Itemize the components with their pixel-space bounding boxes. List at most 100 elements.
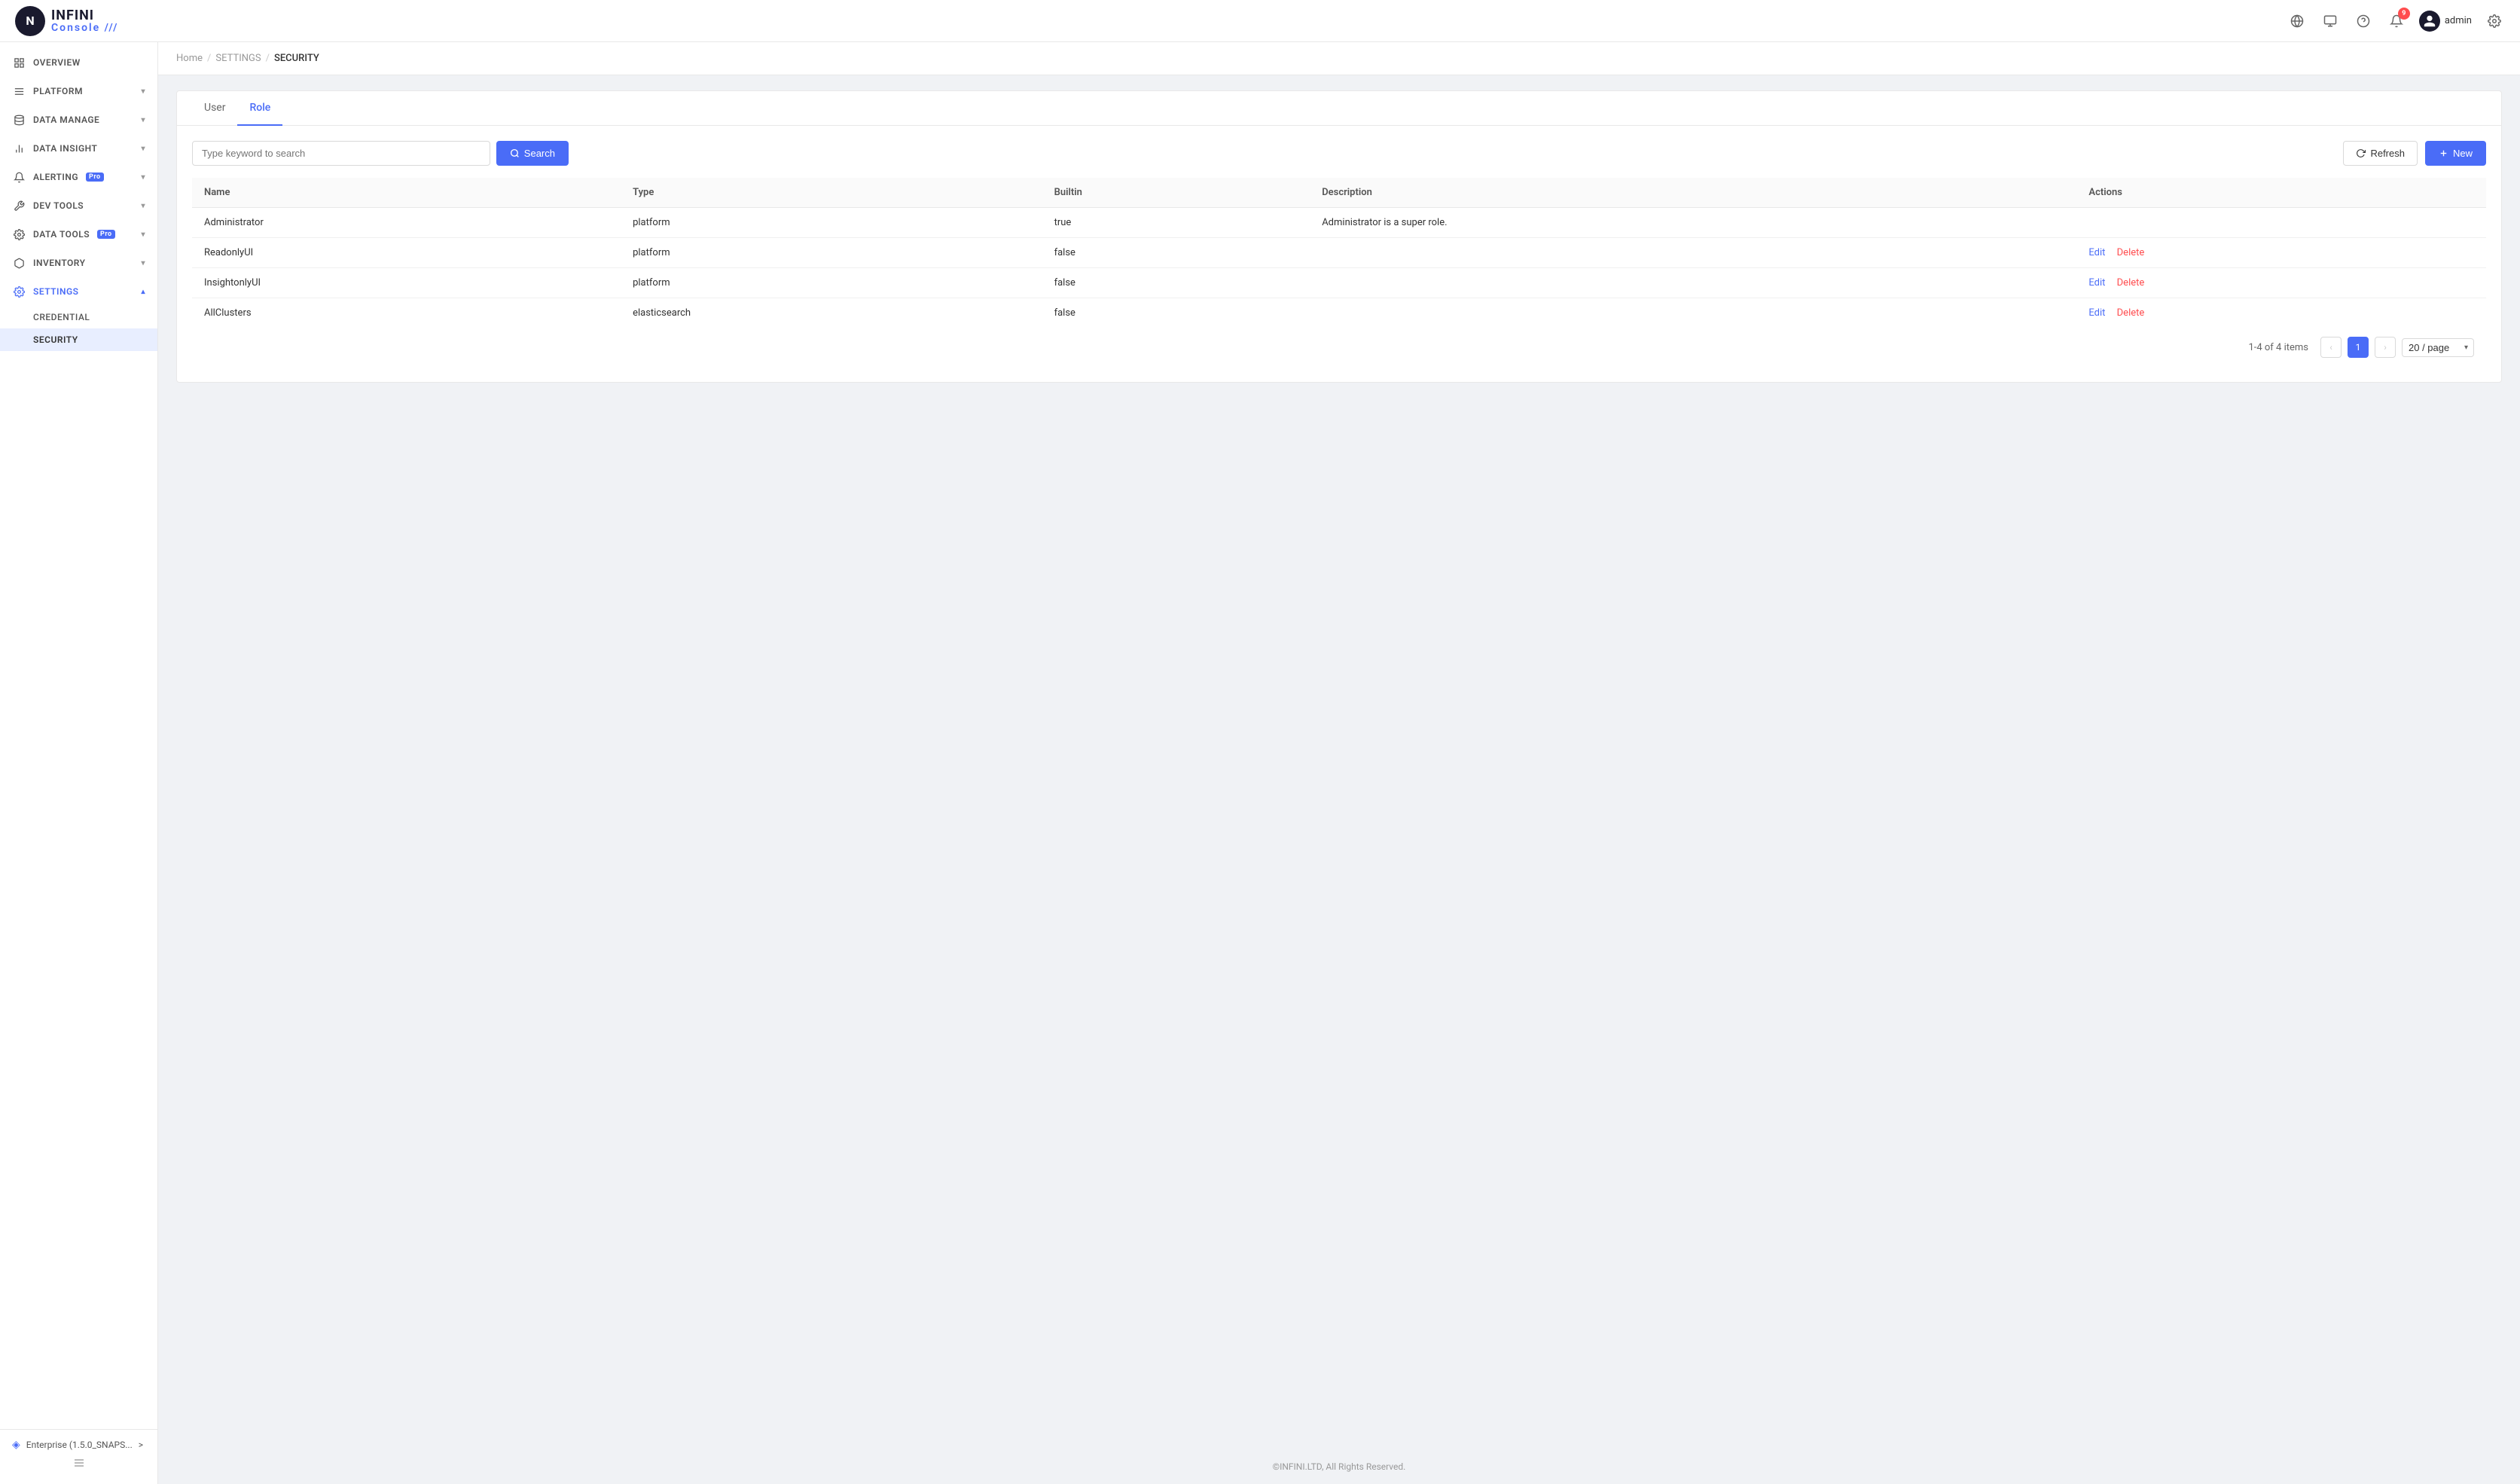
row-actions — [2076, 208, 2486, 238]
admin-area[interactable]: admin — [2419, 11, 2472, 32]
tab-role[interactable]: Role — [237, 91, 282, 126]
sidebar-item-alerting[interactable]: ALERTING Pro ▾ — [0, 163, 157, 191]
toolbar-right: Refresh New — [2343, 141, 2486, 166]
data-table: Name Type Builtin Description Actions Ad… — [192, 178, 2486, 328]
delete-link[interactable]: Delete — [2117, 277, 2145, 289]
sidebar-bottom: ◈ Enterprise (1.5.0_SNAPS... > — [0, 1429, 157, 1484]
sidebar-item-credential[interactable]: CREDENTIAL — [0, 306, 157, 328]
search-button-label: Search — [524, 148, 555, 159]
sidebar-item-data-tools-label: DATA TOOLS — [33, 229, 90, 240]
search-input[interactable] — [192, 141, 490, 166]
overview-icon — [12, 56, 26, 69]
row-type: platform — [621, 238, 1042, 268]
settings-gear-icon[interactable] — [2484, 11, 2505, 32]
sidebar-item-inventory-label: INVENTORY — [33, 258, 86, 268]
delete-link[interactable]: Delete — [2117, 307, 2145, 319]
table-row: AllClusters elasticsearch false Edit Del… — [192, 298, 2486, 328]
app-layout: N INFINI Console /// 9 — [0, 0, 2520, 1484]
sidebar: OVERVIEW PLATFORM ▾ — [0, 42, 158, 1484]
row-description — [1310, 298, 2076, 328]
settings-arrow-icon: ▴ — [141, 288, 145, 296]
sidebar-item-data-tools[interactable]: DATA TOOLS Pro ▾ — [0, 220, 157, 249]
settings-icon — [12, 285, 26, 298]
main-layout: OVERVIEW PLATFORM ▾ — [0, 42, 2520, 1484]
data-tools-pro-badge: Pro — [97, 230, 115, 239]
tab-role-label: Role — [249, 102, 270, 114]
row-name: ReadonlyUI — [192, 238, 621, 268]
prev-page-button[interactable]: ‹ — [2320, 337, 2342, 358]
admin-name: admin — [2445, 15, 2472, 26]
credential-label: CREDENTIAL — [33, 312, 90, 322]
page-footer: ©INFINI.LTD, All Rights Reserved. — [158, 1449, 2520, 1484]
alerting-icon — [12, 170, 26, 184]
sidebar-item-data-insight[interactable]: DATA INSIGHT ▾ — [0, 134, 157, 163]
dev-tools-arrow-icon: ▾ — [141, 202, 145, 210]
row-type: platform — [621, 208, 1042, 238]
notification-icon[interactable]: 9 — [2386, 11, 2407, 32]
diamond-icon: ◈ — [12, 1439, 20, 1451]
sidebar-item-data-manage[interactable]: DATA MANAGE ▾ — [0, 105, 157, 134]
breadcrumb-sep2: / — [266, 53, 270, 64]
row-builtin: false — [1042, 268, 1310, 298]
top-bar: N INFINI Console /// 9 — [0, 0, 2520, 42]
page-1-button[interactable]: 1 — [2348, 337, 2369, 358]
dev-tools-icon — [12, 199, 26, 212]
monitor-icon[interactable] — [2320, 11, 2341, 32]
tab-user-label: User — [204, 102, 225, 114]
sidebar-item-platform[interactable]: PLATFORM ▾ — [0, 77, 157, 105]
help-icon[interactable] — [2353, 11, 2374, 32]
main-content: User Role — [158, 75, 2520, 1449]
collapse-sidebar-button[interactable] — [12, 1451, 145, 1475]
top-bar-right: 9 admin — [2287, 11, 2505, 32]
delete-link[interactable]: Delete — [2117, 247, 2145, 258]
sidebar-item-inventory[interactable]: INVENTORY ▾ — [0, 249, 157, 277]
refresh-button-label: Refresh — [2370, 148, 2405, 159]
edit-link[interactable]: Edit — [2088, 247, 2105, 258]
edit-link[interactable]: Edit — [2088, 307, 2105, 319]
sidebar-item-settings-label: SETTINGS — [33, 286, 79, 297]
new-button[interactable]: New — [2425, 141, 2486, 166]
col-actions: Actions — [2076, 178, 2486, 208]
row-name: Administrator — [192, 208, 621, 238]
edit-link[interactable]: Edit — [2088, 277, 2105, 289]
col-description: Description — [1310, 178, 2076, 208]
sidebar-item-settings[interactable]: SETTINGS ▴ — [0, 277, 157, 306]
sidebar-item-dev-tools[interactable]: DEV TOOLS ▾ — [0, 191, 157, 220]
data-insight-arrow-icon: ▾ — [141, 145, 145, 153]
search-button[interactable]: Search — [496, 141, 569, 166]
row-description — [1310, 268, 2076, 298]
sidebar-item-security[interactable]: SECURITY — [0, 328, 157, 351]
data-manage-arrow-icon: ▾ — [141, 116, 145, 124]
per-page-select[interactable]: 20 / page 50 / page 100 / page — [2402, 338, 2474, 357]
table-row: Administrator platform true Administrato… — [192, 208, 2486, 238]
breadcrumb-home[interactable]: Home — [176, 53, 203, 64]
notification-badge: 9 — [2398, 8, 2410, 20]
globe-icon[interactable] — [2287, 11, 2308, 32]
sidebar-item-overview-label: OVERVIEW — [33, 57, 81, 68]
sidebar-item-data-insight-label: DATA INSIGHT — [33, 143, 97, 154]
pagination-info: 1-4 of 4 items — [2248, 342, 2308, 353]
security-label: SECURITY — [33, 334, 78, 345]
row-actions: Edit Delete — [2076, 238, 2486, 268]
logo-area: N INFINI Console /// — [15, 6, 118, 36]
refresh-button[interactable]: Refresh — [2343, 141, 2418, 166]
table-section: Search Refresh New — [177, 126, 2501, 382]
logo-text: INFINI Console /// — [51, 9, 118, 33]
breadcrumb-settings[interactable]: SETTINGS — [215, 53, 261, 64]
table-header: Name Type Builtin Description Actions — [192, 178, 2486, 208]
row-name: AllClusters — [192, 298, 621, 328]
sidebar-item-alerting-label: ALERTING — [33, 172, 78, 182]
content-area: Home / SETTINGS / SECURITY User — [158, 42, 2520, 1484]
tab-user[interactable]: User — [192, 91, 237, 126]
sidebar-item-overview[interactable]: OVERVIEW — [0, 48, 157, 77]
data-insight-icon — [12, 142, 26, 155]
col-name: Name — [192, 178, 621, 208]
row-name: InsightonlyUI — [192, 268, 621, 298]
next-page-button[interactable]: › — [2375, 337, 2396, 358]
data-manage-icon — [12, 113, 26, 127]
enterprise-item[interactable]: ◈ Enterprise (1.5.0_SNAPS... > — [12, 1439, 145, 1451]
logo-infini: INFINI — [51, 9, 118, 23]
logo-icon: N — [15, 6, 45, 36]
row-type: platform — [621, 268, 1042, 298]
alerting-pro-badge: Pro — [86, 173, 104, 182]
